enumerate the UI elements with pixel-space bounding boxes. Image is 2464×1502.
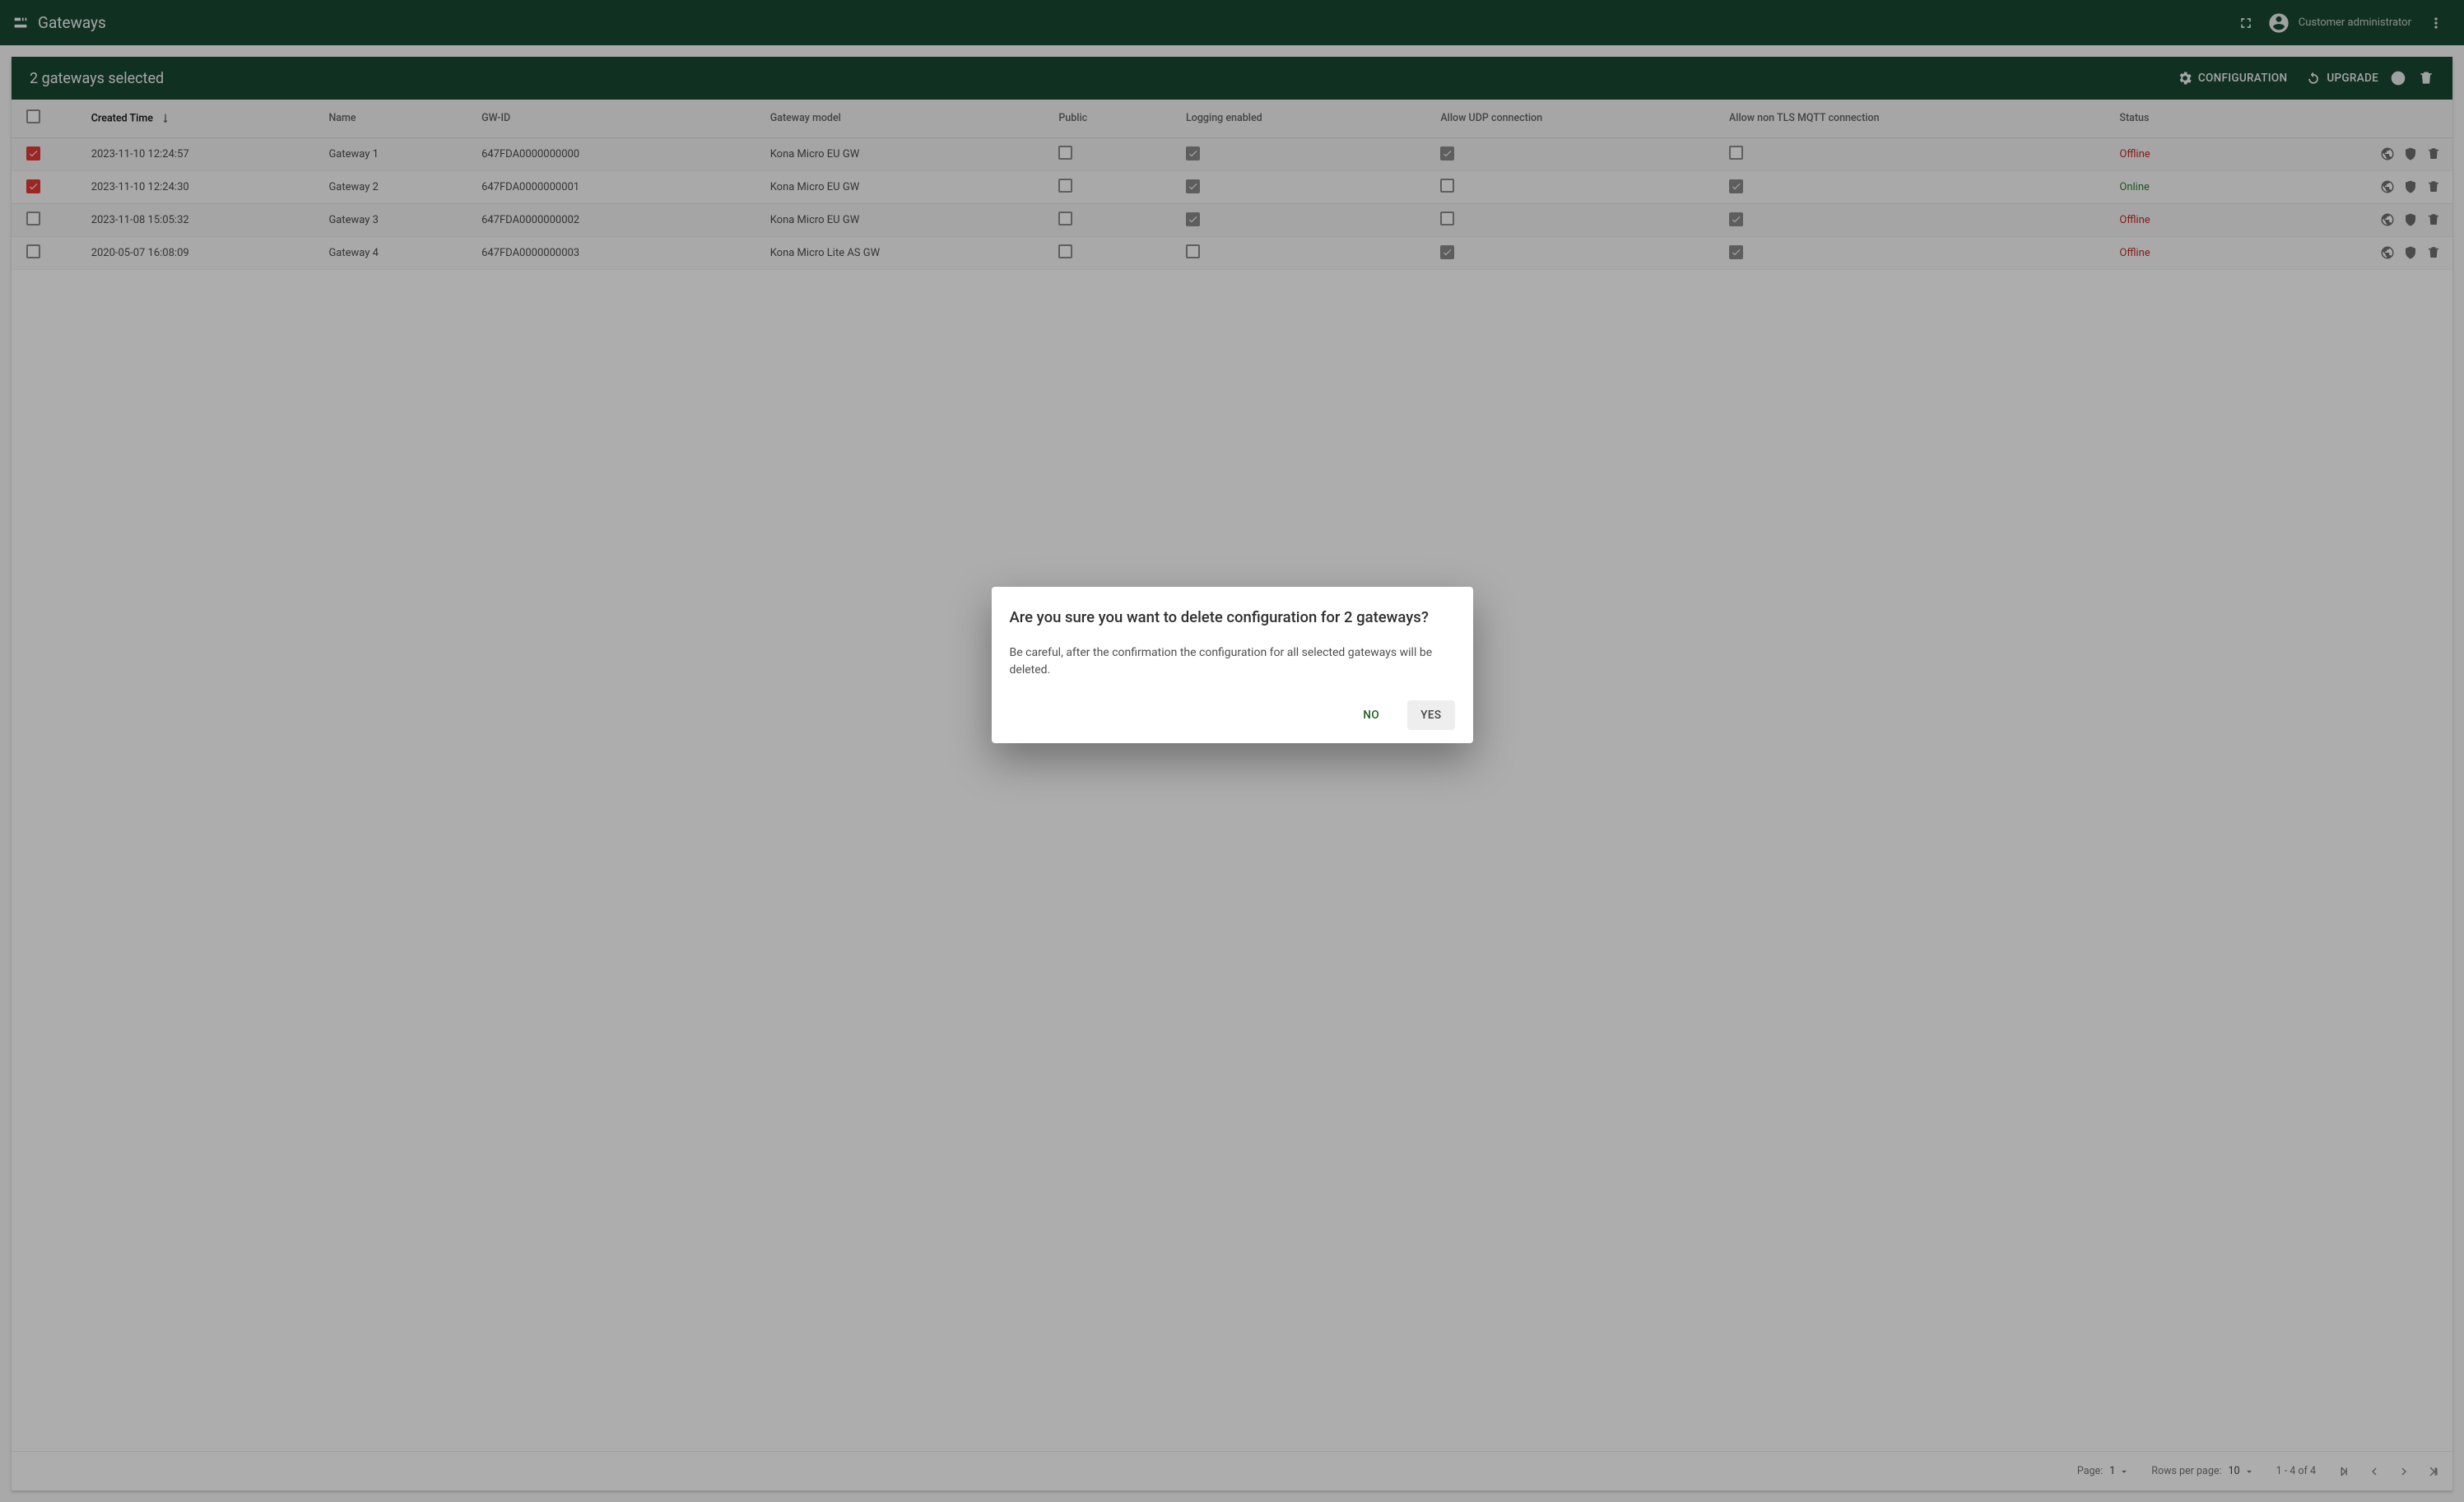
dialog-overlay[interactable]: Are you sure you want to delete configur… (0, 0, 2464, 1502)
confirm-delete-dialog: Are you sure you want to delete configur… (992, 587, 1473, 743)
dialog-body: Be careful, after the confirmation the c… (1010, 644, 1455, 679)
dialog-yes-button[interactable]: YES (1407, 700, 1454, 730)
dialog-no-button[interactable]: NO (1348, 700, 1394, 730)
dialog-title: Are you sure you want to delete configur… (1010, 608, 1455, 626)
